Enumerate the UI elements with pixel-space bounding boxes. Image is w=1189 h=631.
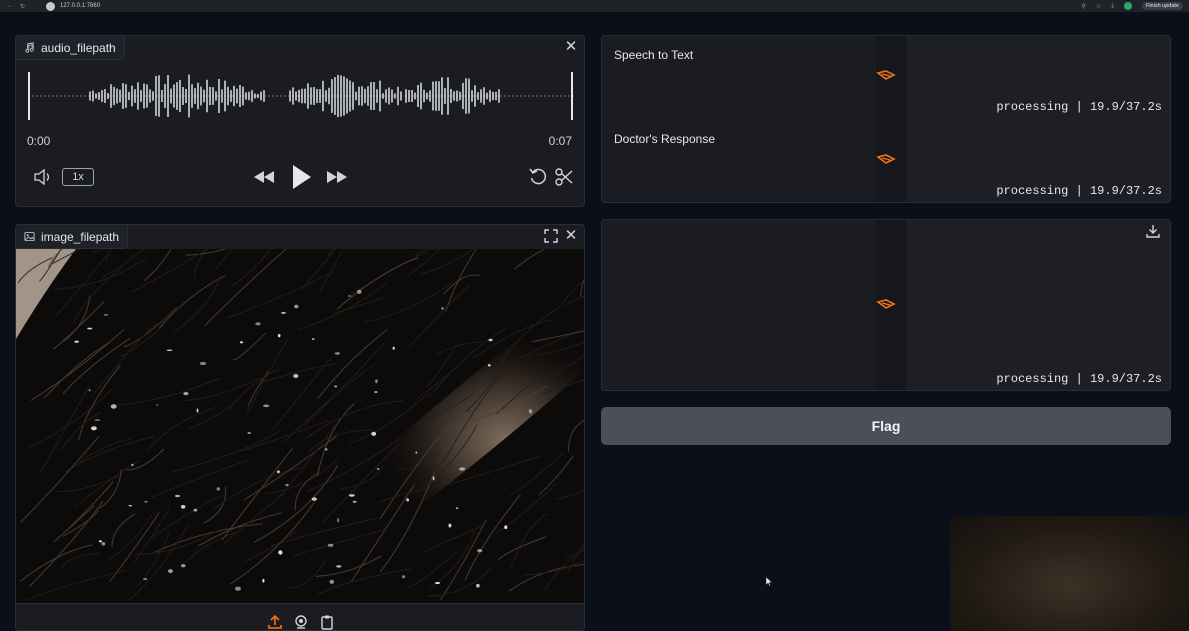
audio-label: audio_filepath (41, 40, 116, 55)
fullscreen-icon[interactable] (544, 229, 558, 243)
site-info-icon[interactable] (46, 1, 55, 11)
loading-spinner-icon (876, 70, 896, 80)
bookmark-star-icon[interactable]: ☆ (1096, 3, 1101, 10)
webcam-icon[interactable] (293, 614, 309, 630)
time-end: 0:07 (548, 134, 572, 148)
loading-overlay (906, 36, 1170, 202)
presenter-video-thumbnail (950, 516, 1189, 631)
upload-icon[interactable] (267, 614, 283, 630)
music-note-icon (25, 42, 34, 53)
loading-spinner-icon (876, 299, 896, 309)
download-icon[interactable]: ⤓ (1111, 3, 1114, 10)
rewind-icon[interactable] (252, 167, 276, 187)
scissors-icon[interactable] (554, 167, 574, 187)
image-source-bar (16, 603, 584, 630)
playback-speed-button[interactable]: 1x (62, 168, 94, 186)
loading-overlay (906, 220, 1170, 390)
audio-label-chip: audio_filepath (16, 36, 125, 60)
doctor-response-status: processing | 19.9/37.2s (996, 184, 1162, 198)
image-icon (24, 231, 35, 242)
audio-output-panel: processing | 19.9/37.2s (601, 219, 1171, 391)
play-icon[interactable] (289, 163, 313, 191)
audio-output-status: processing | 19.9/37.2s (996, 372, 1162, 386)
close-icon[interactable]: ✕ (563, 228, 579, 244)
image-input-panel: image_filepath ✕ (15, 224, 585, 631)
image-label-chip: image_filepath (16, 225, 129, 249)
audio-waveform[interactable] (28, 70, 574, 122)
finish-update-button[interactable]: Finish update (1141, 2, 1183, 10)
loading-shade (876, 36, 906, 202)
download-icon[interactable] (1146, 224, 1160, 238)
zoom-icon[interactable]: ⚲ (1082, 3, 1086, 10)
hair-texture (16, 249, 584, 603)
text-outputs-panel: Speech to Text processing | 19.9/37.2s D… (601, 35, 1171, 203)
forward-icon[interactable]: → (6, 3, 12, 10)
browser-toolbar: → ↻ 127.0.0.1:7860 ⚲ ☆ ⤓ Finish update (0, 0, 1189, 12)
fast-forward-icon[interactable] (325, 167, 349, 187)
image-label: image_filepath (41, 229, 120, 244)
mouse-cursor-icon (766, 577, 773, 586)
profile-avatar[interactable] (1123, 2, 1132, 10)
browser-actions: ⚲ ☆ ⤓ Finish update (1082, 2, 1183, 10)
reload-icon[interactable]: ↻ (20, 3, 25, 10)
browser-nav: → ↻ (6, 3, 46, 10)
flag-button[interactable]: Flag (601, 407, 1171, 445)
clipboard-icon[interactable] (319, 614, 335, 630)
address-bar[interactable]: 127.0.0.1:7860 (60, 3, 1082, 9)
speech-to-text-status: processing | 19.9/37.2s (996, 100, 1162, 114)
doctor-response-label: Doctor's Response (614, 132, 716, 146)
time-start: 0:00 (27, 134, 51, 148)
audio-input-panel: audio_filepath ✕ 0:00 0:07 1x (15, 35, 585, 207)
volume-icon[interactable] (32, 167, 54, 187)
close-icon[interactable]: ✕ (563, 39, 579, 55)
loading-spinner-icon (876, 154, 896, 164)
undo-icon[interactable] (528, 167, 548, 187)
speech-to-text-label: Speech to Text (614, 48, 694, 62)
scalp-image (16, 249, 584, 603)
